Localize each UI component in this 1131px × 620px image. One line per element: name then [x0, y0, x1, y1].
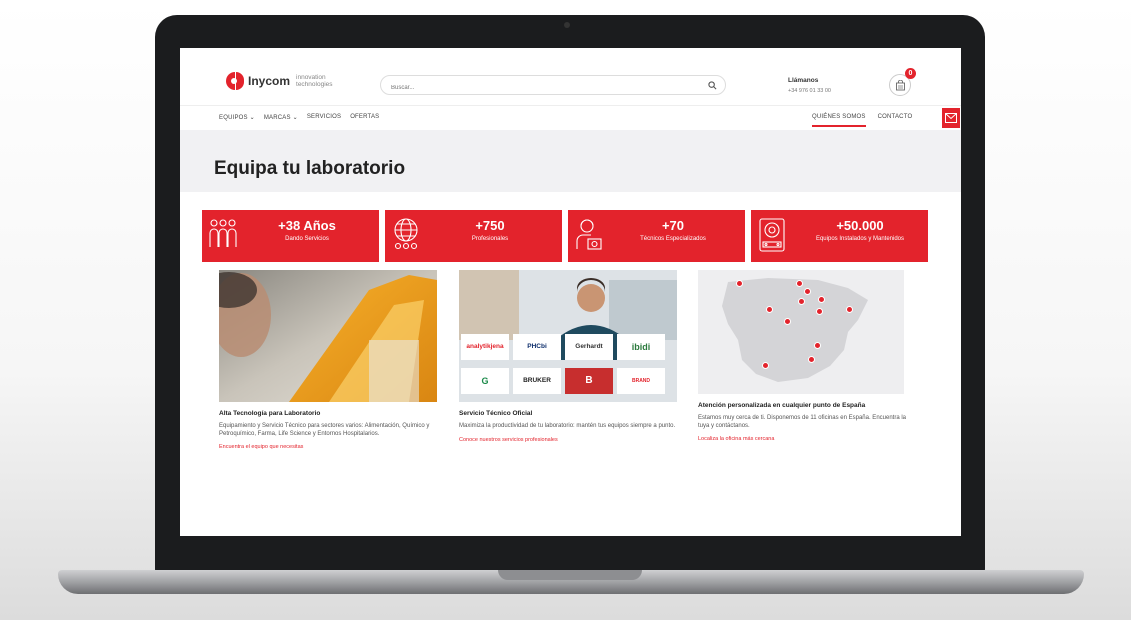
- card-offices: Atención personalizada en cualquier punt…: [698, 270, 918, 442]
- office-pin[interactable]: [784, 318, 791, 325]
- hero-banner: Equipa tu laboratorio: [180, 130, 961, 192]
- nav-quienes-somos[interactable]: QUIÉNES SOMOS: [812, 114, 866, 127]
- brand-bruker[interactable]: BRUKER: [513, 368, 561, 394]
- stat-technicians: +70 Técnicos Especializados: [568, 210, 745, 262]
- office-pin[interactable]: [798, 298, 805, 305]
- stat-label: Equipos Instalados y Mantenidos: [815, 236, 905, 242]
- brand-gerhardt[interactable]: Gerhardt: [565, 334, 613, 360]
- stat-value: +50.000: [836, 218, 884, 233]
- card-title: Servicio Técnico Oficial: [459, 410, 533, 417]
- stats-row: +38 Años Dando Servicios +750 Profesiona…: [202, 210, 929, 262]
- office-pin[interactable]: [736, 280, 743, 287]
- mail-button[interactable]: [942, 108, 960, 128]
- stat-professionals: +750 Profesionales: [385, 210, 562, 262]
- logo-tagline: innovation technologies: [296, 74, 333, 88]
- logo-name: Inycom: [248, 74, 291, 88]
- inycom-logo-icon: [226, 72, 244, 90]
- office-pin[interactable]: [846, 306, 853, 313]
- people-icon: [209, 219, 237, 247]
- lab-photo: [219, 270, 437, 402]
- office-pin[interactable]: [804, 288, 811, 295]
- office-pin[interactable]: [816, 308, 823, 315]
- page-title: Equipa tu laboratorio: [214, 158, 406, 179]
- nav-ofertas[interactable]: OFERTAS: [350, 114, 379, 121]
- brand-phcbi[interactable]: PHCbi: [513, 334, 561, 360]
- browser-screen: Inycom innovation technologies Llámanos …: [180, 48, 961, 536]
- technician-icon: [576, 219, 602, 250]
- brand-b[interactable]: B: [565, 368, 613, 394]
- main-nav: EQUIPOS ⌄ MARCAS ⌄ SERVICIOS OFERTAS QUI…: [180, 106, 961, 128]
- card-link[interactable]: Conoce nuestros servicios profesionales: [459, 437, 677, 443]
- brand-analytikjena[interactable]: analytikjena: [461, 334, 509, 360]
- card-title: Alta Tecnología para Laboratorio: [219, 410, 321, 417]
- spain-map[interactable]: [698, 270, 904, 394]
- stat-equipment: +50.000 Equipos Instalados y Mantenidos: [751, 210, 928, 262]
- office-pin[interactable]: [818, 296, 825, 303]
- stat-value: +750: [475, 218, 505, 233]
- nav-contacto[interactable]: CONTACTO: [878, 114, 913, 127]
- office-pin[interactable]: [808, 356, 815, 363]
- stat-label: Dando Servicios: [285, 236, 329, 242]
- office-pin[interactable]: [796, 280, 803, 287]
- mail-icon: [945, 113, 957, 123]
- device-icon: [759, 218, 785, 252]
- brand-g[interactable]: G: [461, 368, 509, 394]
- card-text: Estamos muy cerca de ti. Disponemos de 1…: [698, 415, 906, 429]
- globe-team-icon: [394, 218, 418, 250]
- laptop-notch: [498, 570, 642, 580]
- call-phone[interactable]: +34 976 01 33 00: [788, 88, 831, 94]
- card-link[interactable]: Encuentra el equipo que necesitas: [219, 444, 437, 450]
- nav-marcas[interactable]: MARCAS ⌄: [264, 114, 298, 121]
- stat-value: +38 Años: [278, 218, 336, 233]
- call-us[interactable]: Llámanos +34 976 01 33 00: [788, 77, 831, 94]
- call-title: Llámanos: [788, 77, 819, 84]
- card-technology: Alta Tecnología para Laboratorio Equipam…: [219, 270, 437, 450]
- search-input[interactable]: [391, 79, 691, 97]
- nav-equipos[interactable]: EQUIPOS ⌄: [219, 114, 255, 121]
- stat-years: +38 Años Dando Servicios: [202, 210, 379, 262]
- nav-servicios[interactable]: SERVICIOS: [307, 114, 341, 121]
- search-box: [380, 75, 726, 97]
- brand-brand[interactable]: BRAND: [617, 368, 665, 394]
- office-pin[interactable]: [814, 342, 821, 349]
- site-header: Inycom innovation technologies Llámanos …: [180, 48, 961, 106]
- technician-photo: analytikjena PHCbi Gerhardt ibidi G BRUK…: [459, 270, 677, 402]
- card-service: analytikjena PHCbi Gerhardt ibidi G BRUK…: [459, 270, 677, 443]
- office-pin[interactable]: [766, 306, 773, 313]
- card-text: Equipamiento y Servicio Técnico para sec…: [219, 423, 430, 437]
- cart-icon: [896, 80, 905, 91]
- camera-icon: [564, 22, 570, 28]
- cart-count-badge: 0: [905, 68, 916, 79]
- card-text: Maximiza la productividad de tu laborato…: [459, 423, 676, 429]
- stat-label: Técnicos Especializados: [640, 236, 706, 242]
- card-link[interactable]: Localiza la oficina más cercana: [698, 436, 918, 442]
- brand-ibidi[interactable]: ibidi: [617, 334, 665, 360]
- office-pin[interactable]: [762, 362, 769, 369]
- stat-value: +70: [661, 218, 685, 233]
- search-icon[interactable]: [708, 81, 717, 90]
- stat-label: Profesionales: [471, 236, 509, 242]
- site-logo[interactable]: Inycom innovation technologies: [226, 72, 340, 90]
- card-title: Atención personalizada en cualquier punt…: [698, 402, 866, 409]
